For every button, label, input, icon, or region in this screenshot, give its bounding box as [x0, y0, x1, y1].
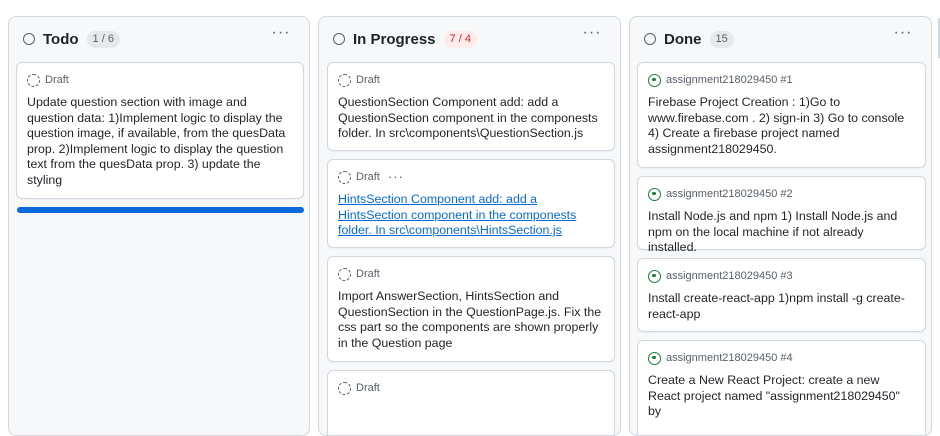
card-meta: Draft [338, 266, 604, 282]
issue-closed-icon [648, 269, 661, 283]
card-title[interactable]: Create a New React Project: create a new… [648, 373, 915, 420]
board-card[interactable]: Draft [327, 370, 615, 435]
draft-icon [27, 73, 40, 87]
column-count-badge: 15 [709, 30, 734, 48]
card-issue-ref[interactable]: assignment218029450 #2 [666, 188, 793, 200]
card-meta-label: Draft [356, 268, 380, 280]
circle-icon [333, 33, 345, 45]
column-more-button[interactable]: ··· [269, 25, 293, 47]
issue-closed-icon [648, 351, 661, 365]
draft-icon [338, 381, 351, 395]
project-board: Todo 1 / 6 ··· Draft Update question sec… [0, 0, 940, 436]
card-title-link[interactable]: HintsSection Component add: add a HintsS… [338, 192, 604, 239]
board-card[interactable]: assignment218029450 #2 Install Node.js a… [637, 176, 926, 254]
issue-closed-icon [648, 187, 661, 201]
board-card[interactable]: Draft QuestionSection Component add: add… [327, 62, 615, 151]
circle-icon [23, 33, 35, 45]
card-meta: Draft [27, 72, 293, 88]
column-header: In Progress 7 / 4 ··· [319, 17, 620, 61]
column-title: Done [664, 30, 702, 48]
column-header: Done 15 ··· [630, 17, 931, 61]
card-meta-label: Draft [45, 74, 69, 86]
card-issue-ref[interactable]: assignment218029450 #3 [666, 270, 793, 282]
card-meta: assignment218029450 #3 [648, 268, 915, 284]
card-more-button[interactable]: ··· [388, 170, 404, 183]
board-card[interactable]: Draft Import AnswerSection, HintsSection… [327, 256, 615, 362]
draft-icon [338, 170, 351, 184]
card-meta: assignment218029450 #4 [648, 350, 915, 366]
column-count-badge: 7 / 4 [443, 30, 477, 48]
column-more-button[interactable]: ··· [580, 25, 604, 47]
card-title[interactable]: Update question section with image and q… [27, 95, 293, 189]
board-card[interactable]: Draft Update question section with image… [16, 62, 304, 199]
column-more-button[interactable]: ··· [891, 25, 915, 47]
card-title[interactable]: Install create-react-app 1)npm install -… [648, 291, 915, 322]
column-done: Done 15 ··· assignment218029450 #1 Fireb… [629, 16, 932, 436]
drop-indicator [17, 207, 304, 213]
card-title[interactable]: Install Node.js and npm 1) Install Node.… [648, 209, 915, 256]
card-meta-label: Draft [356, 74, 380, 86]
column-in-progress: In Progress 7 / 4 ··· Draft QuestionSect… [318, 16, 621, 436]
draft-icon [338, 73, 351, 87]
column-title: Todo [43, 30, 79, 48]
card-issue-ref[interactable]: assignment218029450 #1 [666, 74, 793, 86]
column-count-badge: 1 / 6 [86, 30, 120, 48]
card-title[interactable]: Import AnswerSection, HintsSection and Q… [338, 289, 604, 351]
card-issue-ref[interactable]: assignment218029450 #4 [666, 352, 793, 364]
issue-closed-icon [648, 73, 661, 87]
card-title[interactable]: Firebase Project Creation : 1)Go to www.… [648, 95, 915, 157]
board-card[interactable]: assignment218029450 #1 Firebase Project … [637, 62, 926, 168]
card-meta-label: Draft [356, 171, 380, 183]
column-title: In Progress [353, 30, 436, 48]
card-meta: Draft [338, 380, 604, 396]
draft-icon [338, 267, 351, 281]
column-todo: Todo 1 / 6 ··· Draft Update question sec… [8, 16, 310, 436]
board-card[interactable]: assignment218029450 #4 Create a New Reac… [637, 340, 926, 435]
card-meta-label: Draft [356, 382, 380, 394]
card-meta: assignment218029450 #2 [648, 186, 915, 202]
card-meta: Draft ··· [338, 169, 604, 185]
column-header: Todo 1 / 6 ··· [9, 17, 309, 61]
board-card[interactable]: assignment218029450 #3 Install create-re… [637, 258, 926, 332]
card-meta: Draft [338, 72, 604, 88]
card-meta: assignment218029450 #1 [648, 72, 915, 88]
circle-icon [644, 33, 656, 45]
board-card[interactable]: Draft ··· HintsSection Component add: ad… [327, 159, 615, 248]
card-title[interactable]: QuestionSection Component add: add a Que… [338, 95, 604, 142]
